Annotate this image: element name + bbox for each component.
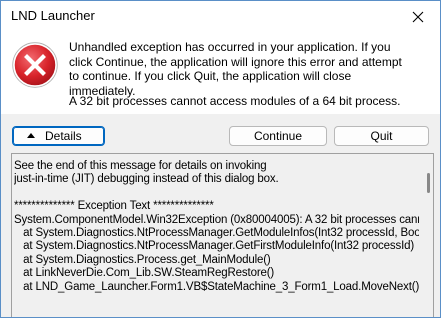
details-line: at LND_Game_Launcher.Form1.VB$StateMachi…: [14, 280, 419, 293]
window-title: LND Launcher: [11, 8, 95, 23]
details-line: at System.Diagnostics.Process.get_MainMo…: [14, 253, 271, 266]
error-dialog: LND Launcher Unhandled exception has occ…: [0, 0, 441, 318]
error-x-icon: [12, 42, 58, 88]
chevron-up-icon: [27, 133, 35, 138]
continue-button[interactable]: Continue: [229, 126, 327, 146]
details-text: See the end of this message for details …: [14, 160, 419, 294]
details-button-label: Details: [45, 129, 82, 143]
details-line: at System.Diagnostics.NtProcessManager.G…: [14, 227, 419, 240]
quit-button[interactable]: Quit: [334, 126, 429, 146]
details-button[interactable]: Details: [12, 126, 105, 146]
details-line: at LinkNeverDie.Com_Lib.SW.SteamRegResto…: [14, 267, 275, 280]
details-textbox[interactable]: See the end of this message for details …: [11, 153, 434, 317]
scrollbar-thumb[interactable]: [427, 173, 430, 193]
details-line: just-in-time (JIT) debugging instead of …: [14, 173, 279, 186]
title-bar[interactable]: LND Launcher: [1, 1, 440, 34]
details-line: System.ComponentModel.Win32Exception (0x…: [14, 213, 419, 226]
details-line: See the end of this message for details …: [14, 160, 267, 172]
details-line: at System.Diagnostics.NtProcessManager.G…: [14, 240, 415, 253]
exception-message: A 32 bit processes cannot access modules…: [69, 94, 401, 108]
error-message: Unhandled exception has occurred in your…: [69, 40, 402, 98]
close-icon: [412, 11, 424, 23]
message-area: Unhandled exception has occurred in your…: [1, 34, 440, 114]
details-line: ************** Exception Text **********…: [14, 200, 214, 213]
close-button[interactable]: [406, 5, 430, 29]
vertical-scrollbar[interactable]: [421, 154, 433, 317]
